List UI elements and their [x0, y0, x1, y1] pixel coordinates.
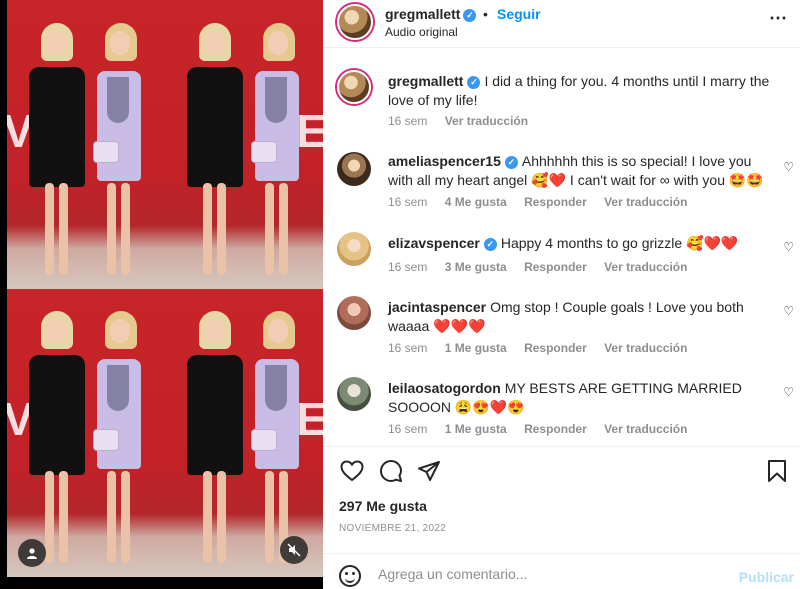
emoji-icon[interactable] — [339, 565, 361, 587]
post-date[interactable]: NOVIEMBRE 21, 2022 — [339, 523, 446, 534]
comment-username[interactable]: leilaosatogordon — [388, 380, 501, 396]
separator-dot: • — [483, 6, 488, 22]
person-black-dress — [25, 311, 89, 573]
author-avatar[interactable] — [337, 4, 373, 40]
paper-plane-icon — [418, 461, 440, 481]
person-lilac-dress — [249, 311, 307, 573]
media-image-collage: VE VE VE — [7, 0, 323, 577]
audio-label[interactable]: Audio original — [385, 25, 458, 39]
person-lilac-dress — [91, 311, 149, 573]
reply-link[interactable]: Responder — [524, 260, 587, 274]
publish-button[interactable]: Publicar — [739, 569, 794, 585]
verified-badge-icon: ✓ — [463, 8, 477, 22]
share-button[interactable] — [416, 458, 442, 484]
comment-likes[interactable]: 4 Me gusta — [445, 195, 507, 209]
post-details-panel: gregmallett ✓ • Seguir Audio original ⋯ g… — [323, 0, 800, 589]
comment-time[interactable]: 16 sem — [388, 341, 427, 355]
comment-bubble-icon — [380, 460, 402, 482]
comment-body: ameliaspencer15 ✓ Ahhhhhh this is so speci… — [388, 152, 773, 190]
caption-avatar[interactable] — [337, 70, 371, 104]
comment-like-icon[interactable]: ♡ — [783, 304, 794, 318]
translate-link[interactable]: Ver traducción — [604, 260, 687, 274]
bookmark-icon — [768, 460, 786, 482]
person-lilac-dress — [91, 22, 149, 285]
comment-time[interactable]: 16 sem — [388, 422, 427, 436]
media-tile: VE — [165, 0, 323, 289]
translate-link[interactable]: Ver traducción — [604, 422, 687, 436]
comment-body: elizavspencer ✓ Happy 4 months to go grizz… — [388, 234, 773, 253]
reply-link[interactable]: Responder — [524, 341, 587, 355]
verified-badge-icon: ✓ — [504, 155, 518, 169]
comment-avatar[interactable] — [337, 377, 371, 411]
media-tile: VE — [7, 0, 165, 289]
comment-like-icon[interactable]: ♡ — [783, 385, 794, 399]
add-comment-row: Publicar — [323, 560, 800, 589]
person-black-dress — [183, 22, 247, 285]
comment-avatar[interactable] — [337, 152, 371, 186]
comment-username[interactable]: jacintaspencer — [388, 299, 486, 315]
caption-body: gregmallett ✓ I did a thing for you. 4 mon… — [388, 72, 773, 110]
caption-username[interactable]: gregmallett — [388, 73, 463, 89]
comment-time[interactable]: 16 sem — [388, 195, 427, 209]
caption-meta: 16 sem Ver traducción — [388, 114, 542, 128]
comment-like-icon[interactable]: ♡ — [783, 160, 794, 174]
reply-link[interactable]: Responder — [524, 422, 587, 436]
comment-avatar[interactable] — [337, 296, 371, 330]
comment-input[interactable] — [378, 566, 708, 582]
comment-avatar[interactable] — [337, 232, 371, 266]
comment-text: Happy 4 months to go grizzle 🥰❤️❤️ — [500, 235, 739, 251]
muted-speaker-icon — [287, 543, 301, 557]
post-actions-bar — [323, 456, 800, 486]
comment-username[interactable]: elizavspencer — [388, 235, 480, 251]
comment-meta: 16 sem 1 Me gusta Responder Ver traducci… — [388, 341, 701, 355]
person-black-dress — [25, 22, 89, 285]
comment-likes[interactable]: 1 Me gusta — [445, 341, 507, 355]
comment-input-divider — [323, 553, 800, 554]
comment-button[interactable] — [378, 458, 404, 484]
author-username[interactable]: gregmallett — [385, 6, 460, 22]
comment-likes[interactable]: 1 Me gusta — [445, 422, 507, 436]
actions-divider — [323, 446, 800, 447]
likes-count[interactable]: 297 Me gusta — [339, 498, 427, 514]
comment-meta: 16 sem 3 Me gusta Responder Ver traducci… — [388, 260, 701, 274]
comment-meta: 16 sem 1 Me gusta Responder Ver traducci… — [388, 422, 701, 436]
reply-link[interactable]: Responder — [524, 195, 587, 209]
comment-meta: 16 sem 4 Me gusta Responder Ver traducci… — [388, 195, 701, 209]
post-media[interactable]: VE VE VE — [0, 0, 323, 589]
user-icon — [27, 548, 37, 559]
more-options-icon[interactable]: ⋯ — [769, 8, 788, 29]
post-header: gregmallett ✓ • Seguir Audio original ⋯ — [323, 0, 800, 48]
caption-time[interactable]: 16 sem — [388, 114, 427, 128]
media-tile: VE — [165, 288, 323, 577]
verified-badge-icon: ✓ — [467, 75, 481, 89]
save-button[interactable] — [764, 458, 790, 484]
translate-link[interactable]: Ver traducción — [604, 341, 687, 355]
mute-button[interactable] — [280, 536, 308, 564]
follow-button[interactable]: Seguir — [497, 6, 541, 22]
person-black-dress — [183, 311, 247, 573]
comment-time[interactable]: 16 sem — [388, 260, 427, 274]
translate-link[interactable]: Ver traducción — [604, 195, 687, 209]
comment-like-icon[interactable]: ♡ — [783, 240, 794, 254]
comment-body: leilaosatogordon MY BESTS ARE GETTING MAR… — [388, 379, 773, 417]
like-button[interactable] — [339, 458, 365, 484]
person-lilac-dress — [249, 22, 307, 285]
heart-icon — [340, 460, 364, 482]
tagged-users-button[interactable] — [18, 539, 46, 567]
comment-body: jacintaspencer Omg stop ! Couple goals ! … — [388, 298, 773, 336]
comment-likes[interactable]: 3 Me gusta — [445, 260, 507, 274]
comment-username[interactable]: ameliaspencer15 — [388, 153, 501, 169]
author-name-row: gregmallett ✓ — [385, 6, 477, 22]
media-tile: VE — [7, 288, 165, 577]
verified-badge-icon: ✓ — [483, 237, 497, 251]
caption-translate-link[interactable]: Ver traducción — [445, 114, 528, 128]
